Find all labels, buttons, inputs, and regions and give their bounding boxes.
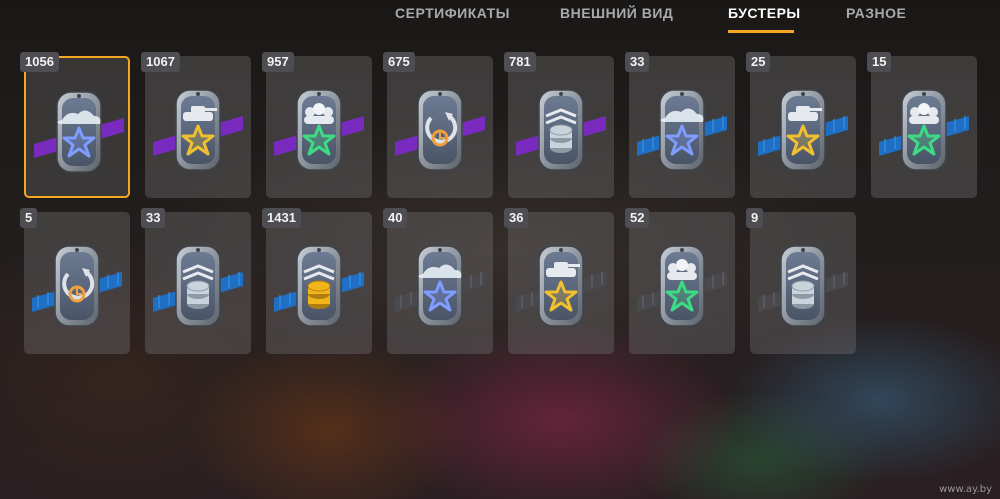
booster-count-badge: 675 [383, 52, 415, 72]
cloud-star-icon [387, 240, 493, 340]
booster-card[interactable]: 675 [383, 52, 493, 198]
booster-card[interactable]: 40 [383, 208, 493, 354]
booster-count-badge: 1067 [141, 52, 180, 72]
booster-card[interactable]: 1056 [20, 52, 132, 198]
booster-card[interactable]: 52 [625, 208, 735, 354]
booster-count-badge: 40 [383, 208, 408, 228]
booster-count-badge: 33 [141, 208, 166, 228]
booster-card[interactable]: 15 [867, 52, 977, 198]
booster-count-badge: 36 [504, 208, 529, 228]
crew-star-icon [871, 84, 977, 184]
recharge-icon [24, 240, 130, 340]
recharge-icon [387, 84, 493, 184]
booster-card[interactable]: 5 [20, 208, 130, 354]
booster-card[interactable]: 33 [141, 208, 251, 354]
booster-count-badge: 33 [625, 52, 650, 72]
booster-card[interactable]: 1067 [141, 52, 251, 198]
booster-count-badge: 957 [262, 52, 294, 72]
booster-card[interactable]: 781 [504, 52, 614, 198]
booster-count-badge: 15 [867, 52, 892, 72]
booster-count-badge: 25 [746, 52, 771, 72]
silver-coins-icon [750, 240, 856, 340]
tank-star-icon [508, 240, 614, 340]
boosters-grid: 1056 1067 957 675 781 33 25 15 5 33 1431… [0, 0, 1000, 499]
cloud-star-icon [629, 84, 735, 184]
tank-star-icon [145, 84, 251, 184]
gold-coins-icon [266, 240, 372, 340]
booster-card[interactable]: 25 [746, 52, 856, 198]
booster-count-badge: 5 [20, 208, 38, 228]
booster-card[interactable]: 33 [625, 52, 735, 198]
booster-count-badge: 1056 [20, 52, 59, 72]
booster-count-badge: 52 [625, 208, 650, 228]
booster-card[interactable]: 957 [262, 52, 372, 198]
booster-count-badge: 1431 [262, 208, 301, 228]
watermark: www.ay.by [939, 484, 992, 495]
tank-star-icon [750, 84, 856, 184]
silver-coins-icon [145, 240, 251, 340]
cloud-star-icon [26, 86, 132, 186]
booster-card[interactable]: 9 [746, 208, 856, 354]
crew-star-icon [266, 84, 372, 184]
booster-card[interactable]: 36 [504, 208, 614, 354]
booster-count-badge: 9 [746, 208, 764, 228]
booster-count-badge: 781 [504, 52, 536, 72]
booster-card[interactable]: 1431 [262, 208, 372, 354]
silver-coins-icon [508, 84, 614, 184]
crew-star-icon [629, 240, 735, 340]
